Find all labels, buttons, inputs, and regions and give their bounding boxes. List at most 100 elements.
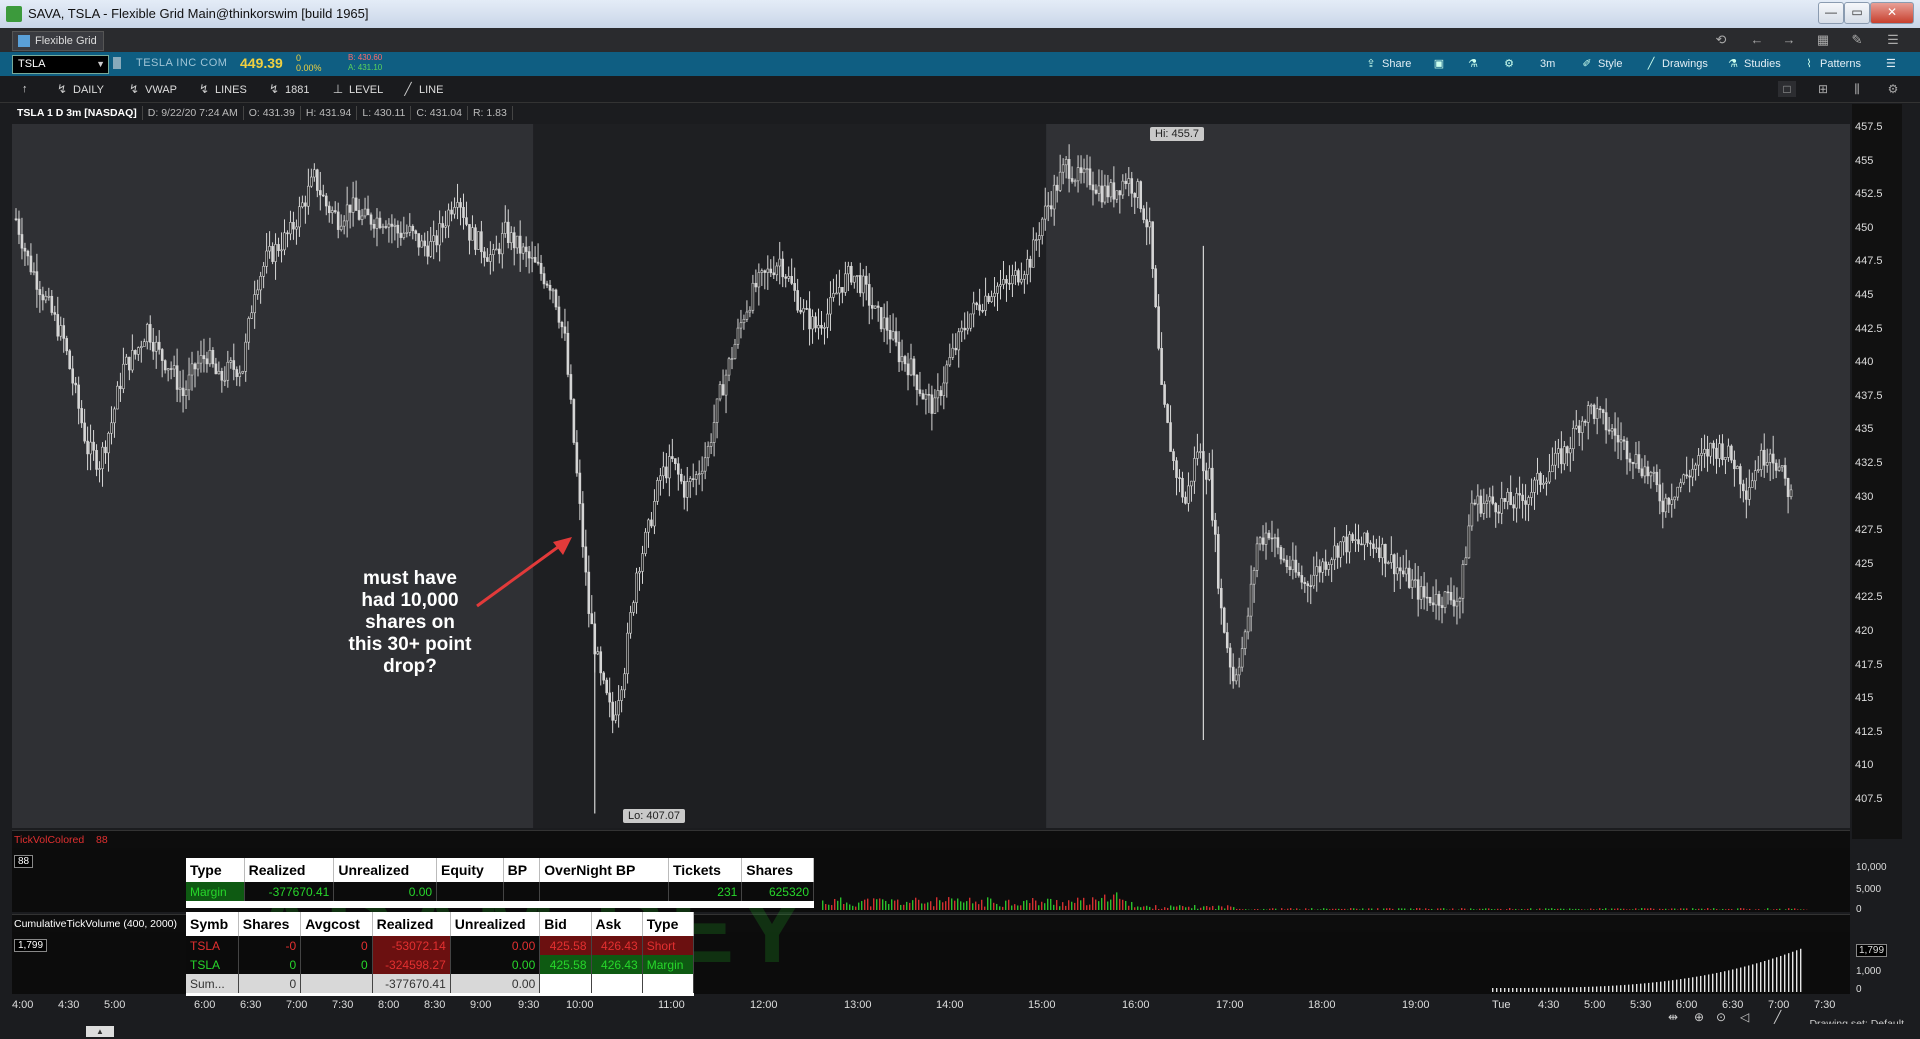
snapshot-button[interactable]: ▣ (1432, 56, 1450, 73)
collapse-icon[interactable]: ▲ (86, 1026, 114, 1037)
pan-icon[interactable]: ⇹ (1668, 1010, 1678, 1024)
drawing-level[interactable]: ⊥ LEVEL (332, 81, 383, 97)
symbar-menu-icon[interactable]: ☰ (1886, 56, 1896, 73)
chart-settings-icon[interactable]: ⚙ (1884, 81, 1902, 97)
column-header[interactable]: Bid (539, 912, 592, 936)
drawing-daily[interactable]: ↯ DAILY (56, 81, 104, 97)
forward-icon[interactable]: → (1778, 31, 1800, 49)
cumtick-bar (1616, 985, 1618, 992)
tickvol-bar (1026, 900, 1028, 910)
time-axis-label: 17:00 (1216, 999, 1244, 1011)
column-header[interactable]: BP (503, 858, 541, 882)
flask-button[interactable]: ⚗ (1466, 56, 1484, 73)
tickvol-bar (900, 904, 902, 910)
column-header[interactable]: Tickets (668, 858, 743, 882)
share-button[interactable]: ⇪ Share (1364, 56, 1411, 73)
tickvol-bar (1233, 907, 1235, 910)
candle (879, 307, 883, 333)
tab-flexible-grid[interactable]: Flexible Grid (12, 31, 104, 51)
column-header[interactable]: Shares (238, 912, 302, 936)
pointer-icon[interactable]: ↑ (22, 81, 28, 97)
table-row[interactable]: Sum... 0 -377670.41 0.00 (186, 974, 695, 993)
positions-table: Symb Shares Avgcost Realized Unrealized Bid As… (186, 912, 695, 996)
tickvol-bar (1728, 908, 1730, 910)
cumtick-bar (1512, 987, 1514, 992)
column-header[interactable]: Type (642, 912, 695, 936)
timeframe-button[interactable]: 3m (1540, 56, 1555, 73)
tickvol-bar (1299, 909, 1301, 910)
drawing-vwap[interactable]: ↯ VWAP (128, 81, 177, 97)
close-window-button[interactable]: ✕ (1870, 2, 1914, 24)
column-header[interactable]: Equity (436, 858, 504, 882)
tickvol-bar (966, 901, 968, 910)
tickvol-bar (1443, 908, 1445, 910)
tickvol-bar (1254, 909, 1256, 910)
tickvol-bar (1572, 909, 1574, 910)
studies-button[interactable]: ⚗ Studies (1726, 56, 1781, 73)
zoom-icon[interactable]: ⊙ (1716, 1010, 1726, 1024)
tickvol-bar (1017, 905, 1019, 910)
column-header[interactable]: Type (186, 858, 245, 882)
column-header[interactable]: Ask (591, 912, 643, 936)
drawing-1881[interactable]: ↯ 1881 (268, 81, 310, 97)
drawings-button[interactable]: ╱ Drawings (1644, 56, 1708, 73)
maximize-button[interactable]: ▭ (1844, 2, 1870, 24)
style-label: Style (1598, 58, 1623, 70)
bars-view-icon[interactable]: ⫼ (1848, 81, 1866, 97)
style-button[interactable]: ✐ Style (1580, 56, 1622, 73)
table-cell: Sum... (186, 974, 239, 993)
column-header[interactable]: Shares (741, 858, 814, 882)
column-header[interactable]: Unrealized (333, 858, 438, 882)
price-chart[interactable] (12, 124, 1850, 828)
pin-icon[interactable]: ✎ (1846, 31, 1868, 49)
tickvol-bar (1590, 908, 1592, 910)
settings-button[interactable]: ⚙ (1502, 56, 1520, 73)
tickvol-bar (1803, 909, 1805, 910)
tab-bar: Flexible Grid ⟲ ← → ▦ ✎ ☰ (0, 28, 1920, 53)
grid-icon[interactable]: ▦ (1812, 31, 1834, 49)
column-header[interactable]: Unrealized (450, 912, 541, 936)
tickvol-bar (1473, 909, 1475, 910)
tickvol-bar (984, 906, 986, 910)
account-header-row: Type Realized Unrealized Equity BP OverNight … (186, 858, 814, 882)
tickvol-bar (1725, 909, 1727, 910)
drawing-daily-label: DAILY (73, 84, 104, 96)
column-header[interactable]: OverNight BP (539, 858, 669, 882)
time-axis-label: 5:30 (1630, 999, 1652, 1011)
column-header[interactable]: Realized (244, 858, 335, 882)
symbol-selector[interactable]: TSLA ▼ (12, 55, 109, 74)
expand-icon[interactable]: ◁ (1740, 1010, 1749, 1024)
single-view-icon[interactable]: □ (1778, 81, 1796, 97)
time-axis-label: Tue (1492, 999, 1511, 1011)
table-row[interactable]: Margin -377670.41 0.00 231 625320 (186, 882, 814, 901)
undo-icon[interactable]: ⟲ (1710, 31, 1732, 49)
price-axis-label: 432.5 (1855, 457, 1883, 469)
cumtick-bar (1772, 958, 1774, 992)
crosshair-icon[interactable]: ⊕ (1694, 1010, 1704, 1024)
drawing-lines[interactable]: ↯ LINES (198, 81, 247, 97)
company-name: TESLA INC COM (136, 57, 228, 69)
table-row[interactable]: TSLA 0 0 -324598.27 0.00 425.58 426.43 Margin (186, 955, 695, 974)
minimize-button[interactable]: — (1818, 2, 1844, 24)
draw-line-icon[interactable]: ╱ (1774, 1010, 1781, 1024)
share-icon: ⇪ (1366, 58, 1376, 70)
column-header[interactable]: Avgcost (300, 912, 373, 936)
tickvol-bar (1170, 905, 1172, 910)
column-header[interactable]: Realized (372, 912, 451, 936)
tickvol-bar (1413, 909, 1415, 910)
drawing-line[interactable]: ╱ LINE (402, 81, 443, 97)
back-icon[interactable]: ← (1746, 31, 1768, 49)
cumtick-bar (1540, 987, 1542, 992)
patterns-button[interactable]: ⌇ Patterns (1802, 56, 1861, 73)
grid-view-icon[interactable]: ⊞ (1814, 81, 1832, 97)
tickvol-bar (1704, 909, 1706, 910)
table-row[interactable]: TSLA -0 0 -53072.14 0.00 425.58 426.43 Short (186, 936, 695, 955)
cumtick-axis-1799: 1,799 (1856, 944, 1888, 957)
menu-icon[interactable]: ☰ (1882, 31, 1904, 49)
column-header[interactable]: Symb (186, 912, 239, 936)
patterns-icon: ⌇ (1806, 58, 1812, 70)
annotation-text: must have had 10,000 shares on this 30+ … (340, 568, 480, 678)
table-cell: 0 (300, 936, 373, 955)
link-icon[interactable] (113, 57, 121, 69)
tickvol-bar (885, 900, 887, 910)
